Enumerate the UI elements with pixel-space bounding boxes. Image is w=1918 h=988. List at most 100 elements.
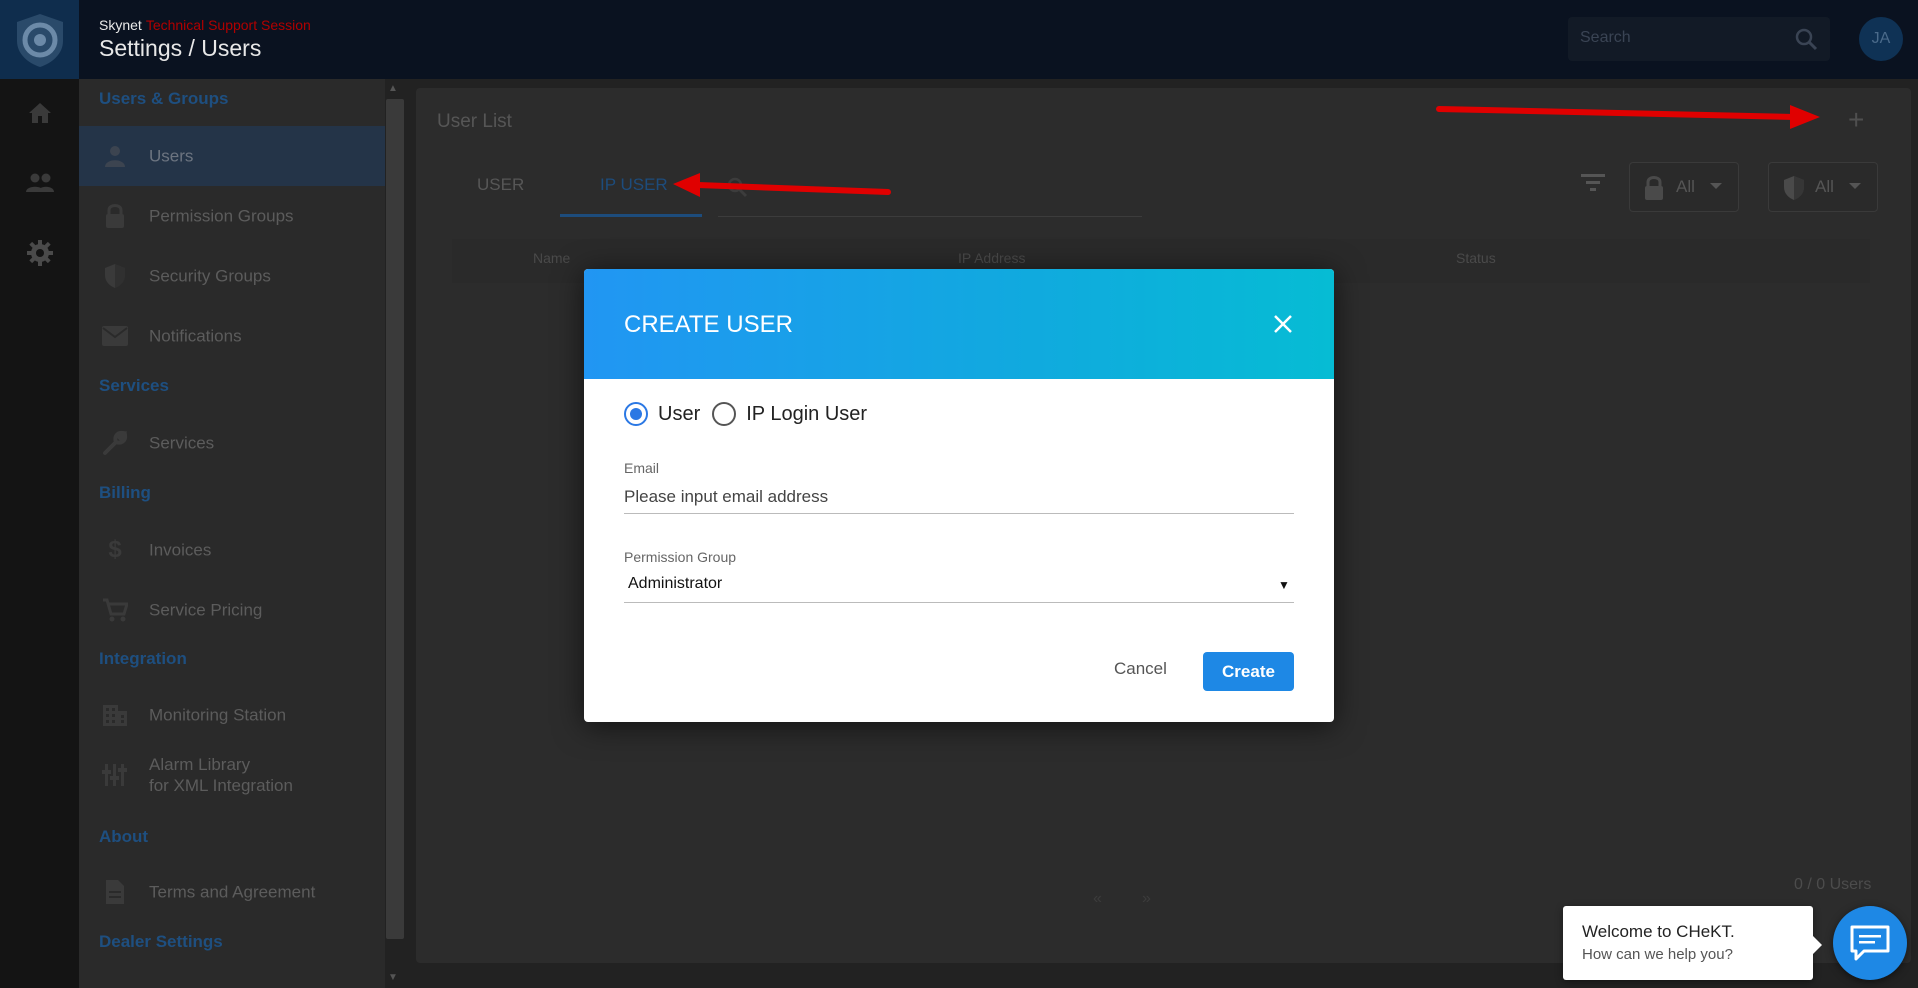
chat-welcome-bubble[interactable]: Welcome to CHeKT. How can we help you?	[1563, 906, 1822, 980]
scroll-up-arrow-icon[interactable]: ▲	[388, 83, 398, 94]
cancel-button[interactable]: Cancel	[1114, 659, 1167, 679]
chevron-down-icon	[1710, 183, 1722, 189]
annotation-arrow-ip-user	[673, 173, 891, 197]
top-bar: Skynet Technical Support Session Settings…	[0, 0, 1918, 79]
document-icon	[101, 878, 129, 906]
scroll-down-arrow-icon[interactable]: ▼	[388, 972, 398, 983]
dollar-icon: $	[108, 536, 122, 563]
search-icon[interactable]	[1794, 27, 1818, 56]
radio-user-label[interactable]: User	[658, 403, 700, 426]
user-count: 0 / 0 Users	[1794, 876, 1872, 893]
permission-group-underline	[624, 602, 1294, 603]
sidebar-item-permission-groups[interactable]: Permission Groups	[79, 186, 385, 246]
chat-subtitle: How can we help you?	[1582, 946, 1733, 963]
pager-prev-button[interactable]: «	[1093, 890, 1102, 908]
column-status[interactable]: Status	[1456, 250, 1496, 266]
email-field[interactable]	[624, 484, 1294, 510]
sidebar-item-label: Monitoring Station	[149, 705, 287, 725]
sidebar-item-terms[interactable]: Terms and Agreement	[79, 862, 385, 922]
column-ip-address[interactable]: IP Address	[958, 250, 1025, 266]
lock-filter-dropdown[interactable]: All	[1629, 162, 1739, 212]
section-services: Services	[99, 376, 169, 395]
sidebar-item-security-groups[interactable]: Security Groups	[79, 246, 385, 306]
brand-line: Skynet Technical Support Session	[99, 17, 311, 33]
section-billing: Billing	[99, 483, 151, 502]
app-logo[interactable]	[0, 0, 79, 79]
sidebar-item-label: Terms and Agreement	[149, 882, 316, 902]
radio-user[interactable]	[624, 402, 648, 426]
sidebar-item-label: Invoices	[149, 540, 212, 560]
permission-group-select[interactable]: Administrator	[628, 575, 722, 593]
session-label: Technical Support Session	[145, 17, 311, 33]
cart-icon	[101, 596, 129, 624]
sidebar-item-services[interactable]: Services	[79, 413, 385, 473]
shield-logo-icon	[16, 13, 63, 67]
radio-ip-login-user-label[interactable]: IP Login User	[746, 403, 867, 426]
chat-launcher-button[interactable]	[1833, 906, 1907, 980]
tab-ip-user[interactable]: IP USER	[600, 175, 668, 195]
create-user-dialog: CREATE USER User IP Login User Email Per…	[584, 269, 1334, 722]
add-user-button[interactable]: +	[1848, 106, 1864, 134]
home-icon[interactable]	[26, 99, 54, 127]
sidebar-item-monitoring-station[interactable]: Monitoring Station	[79, 685, 385, 745]
section-dealer-settings: Dealer Settings	[99, 932, 223, 951]
sidebar-item-label: Notifications	[149, 326, 242, 346]
sidebar-item-label: Users	[149, 146, 194, 166]
chat-icon	[1850, 925, 1890, 961]
shield-icon	[1783, 175, 1805, 206]
sidebar-item-alarm-library[interactable]: Alarm Library for XML Integration	[79, 745, 385, 805]
sidebar-item-users[interactable]: Users	[79, 126, 385, 186]
sidebar-item-notifications[interactable]: Notifications	[79, 306, 385, 366]
email-label: Email	[624, 460, 660, 476]
section-users-groups: Users & Groups	[99, 89, 229, 108]
sidebar-item-label: Service Pricing	[149, 600, 263, 620]
wrench-icon	[101, 429, 129, 457]
gear-icon[interactable]	[26, 239, 54, 267]
sidebar-item-label: Permission Groups	[149, 206, 294, 226]
lock-icon	[101, 202, 129, 230]
section-integration: Integration	[99, 649, 187, 668]
user-list-title: User List	[437, 111, 512, 132]
person-icon	[101, 142, 129, 170]
lock-icon	[1644, 175, 1664, 206]
sidebar-item-label: Services	[149, 433, 215, 453]
close-icon[interactable]	[1265, 306, 1301, 342]
user-type-radio-group: User IP Login User	[624, 400, 879, 428]
brand-name: Skynet	[99, 17, 142, 33]
shield-filter-value: All	[1815, 177, 1834, 196]
lock-filter-value: All	[1676, 177, 1695, 196]
icon-rail	[0, 79, 79, 988]
column-name[interactable]: Name	[533, 250, 570, 266]
building-icon	[101, 701, 129, 729]
sidebar-scroll-thumb[interactable]	[386, 99, 404, 939]
pager-next-button[interactable]: »	[1142, 890, 1151, 908]
people-icon[interactable]	[26, 169, 54, 197]
email-underline	[624, 513, 1294, 514]
avatar[interactable]: JA	[1859, 17, 1903, 61]
chevron-down-icon[interactable]: ▼	[1278, 578, 1290, 592]
tab-user[interactable]: USER	[477, 175, 524, 195]
table-search-input[interactable]	[718, 216, 1142, 217]
equalizer-icon	[101, 761, 129, 789]
sidebar-item-label: Security Groups	[149, 266, 271, 286]
search-box[interactable]: Search	[1568, 17, 1830, 61]
search-placeholder: Search	[1580, 29, 1631, 46]
radio-ip-login-user[interactable]	[712, 402, 737, 426]
create-button[interactable]: Create	[1203, 652, 1294, 691]
shield-icon	[101, 262, 129, 290]
sidebar-item-invoices[interactable]: $ Invoices	[79, 520, 385, 580]
alarm-library-line1: Alarm Library	[149, 755, 251, 774]
alarm-library-line2: for XML Integration	[149, 776, 293, 795]
shield-filter-dropdown[interactable]: All	[1768, 162, 1878, 212]
settings-sidebar: Users & Groups Users Permission Groups S…	[79, 79, 385, 988]
permission-group-label: Permission Group	[624, 549, 737, 565]
active-tab-indicator	[560, 214, 702, 217]
dialog-header: CREATE USER	[584, 269, 1334, 379]
chevron-down-icon	[1849, 183, 1861, 189]
sidebar-item-label: Alarm Library for XML Integration	[149, 754, 293, 796]
section-about: About	[99, 827, 149, 846]
chat-title: Welcome to CHeKT.	[1582, 922, 1735, 941]
filter-icon[interactable]	[1581, 173, 1605, 196]
sidebar-item-service-pricing[interactable]: Service Pricing	[79, 580, 385, 640]
envelope-icon	[101, 322, 129, 350]
